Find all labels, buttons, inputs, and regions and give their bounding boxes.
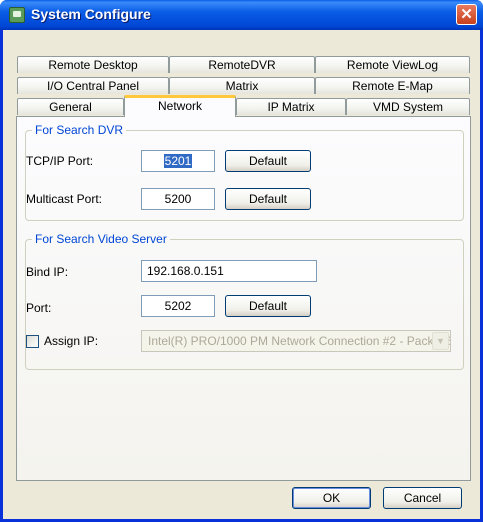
window-title: System Configure [31,6,151,22]
tab-general[interactable]: General [17,98,124,115]
tab-remote-desktop[interactable]: Remote Desktop [17,56,169,73]
tab-io-central-panel[interactable]: I/O Central Panel [17,77,169,94]
system-configure-window: System Configure ✕ Remote Desktop Remote… [0,0,483,522]
title-bar[interactable]: System Configure ✕ [0,0,483,30]
app-icon [9,7,25,23]
port-default-button[interactable]: Default [225,295,311,317]
multicast-port-default-button[interactable]: Default [225,188,311,210]
close-button[interactable]: ✕ [456,4,477,25]
tcp-ip-port-default-button[interactable]: Default [225,150,311,172]
ok-button[interactable]: OK [292,487,371,509]
network-adapter-value: Intel(R) PRO/1000 PM Network Connection … [148,334,450,348]
tab-matrix[interactable]: Matrix [169,77,315,94]
chevron-down-icon[interactable]: ▼ [432,332,449,350]
bind-ip-input[interactable]: 192.168.0.151 [141,260,317,282]
port-label: Port: [26,301,52,315]
assign-ip-label[interactable]: Assign IP: [44,334,98,348]
network-tab-panel: For Search DVR TCP/IP Port: 5201 Default… [16,116,471,481]
search-video-server-legend: For Search Video Server [35,232,167,246]
tab-vmd-system[interactable]: VMD System [346,98,470,115]
tab-remote-emap[interactable]: Remote E-Map [315,77,470,94]
cancel-button[interactable]: Cancel [383,487,462,509]
search-dvr-legend: For Search DVR [35,123,124,137]
network-adapter-select[interactable]: Intel(R) PRO/1000 PM Network Connection … [141,330,451,352]
tcp-ip-port-value: 5201 [163,154,193,168]
port-input[interactable]: 5202 [141,295,215,317]
tab-remote-dvr[interactable]: RemoteDVR [169,56,315,73]
multicast-port-label: Multicast Port: [26,192,103,206]
tab-remote-viewlog[interactable]: Remote ViewLog [315,56,470,73]
tcp-ip-port-input[interactable]: 5201 [141,150,215,172]
bind-ip-label: Bind IP: [26,265,69,279]
assign-ip-checkbox[interactable] [26,335,39,348]
tab-ip-matrix[interactable]: IP Matrix [236,98,346,115]
multicast-port-input[interactable]: 5200 [141,188,215,210]
tab-network[interactable]: Network [124,95,236,117]
tcp-ip-port-label: TCP/IP Port: [26,154,94,168]
